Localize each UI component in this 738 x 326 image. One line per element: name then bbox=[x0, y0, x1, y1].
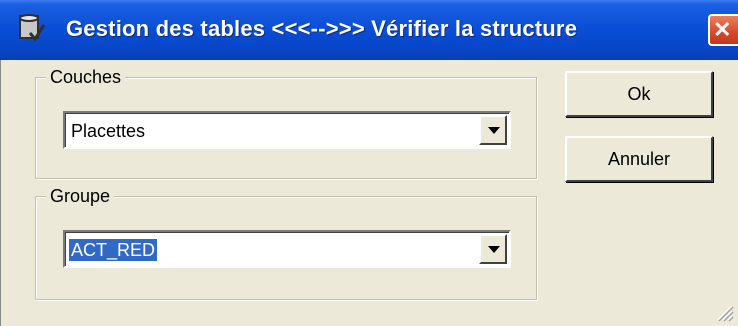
groupe-label: Groupe bbox=[46, 186, 115, 206]
dialog-body: Couches Placettes Groupe ACT_RED Ok Annu… bbox=[0, 60, 738, 326]
groupe-select[interactable]: ACT_RED bbox=[63, 230, 511, 268]
chevron-down-icon bbox=[488, 127, 500, 134]
database-check-icon bbox=[19, 14, 46, 42]
groupe-groupbox: Groupe ACT_RED bbox=[35, 186, 537, 300]
close-icon: ✕ bbox=[713, 17, 732, 42]
couches-groupbox: Couches Placettes bbox=[35, 67, 537, 179]
couches-dropdown-button[interactable] bbox=[479, 115, 507, 145]
couches-select[interactable]: Placettes bbox=[63, 111, 511, 149]
cancel-button[interactable]: Annuler bbox=[565, 136, 713, 182]
cancel-button-label: Annuler bbox=[607, 148, 671, 169]
groupe-dropdown-button[interactable] bbox=[479, 234, 507, 264]
title-bar[interactable]: Gestion des tables <<<-->>> Vérifier la … bbox=[0, 0, 738, 60]
window-title: Gestion des tables <<<-->>> Vérifier la … bbox=[66, 16, 578, 41]
resize-grip-icon[interactable] bbox=[714, 302, 734, 322]
couches-label: Couches bbox=[46, 67, 126, 87]
close-button[interactable]: ✕ bbox=[708, 14, 738, 46]
couches-value: Placettes bbox=[71, 121, 146, 141]
groupe-value: ACT_RED bbox=[69, 239, 158, 261]
ok-button-label: Ok bbox=[627, 83, 651, 104]
ok-button[interactable]: Ok bbox=[565, 71, 713, 117]
chevron-down-icon bbox=[488, 246, 500, 253]
